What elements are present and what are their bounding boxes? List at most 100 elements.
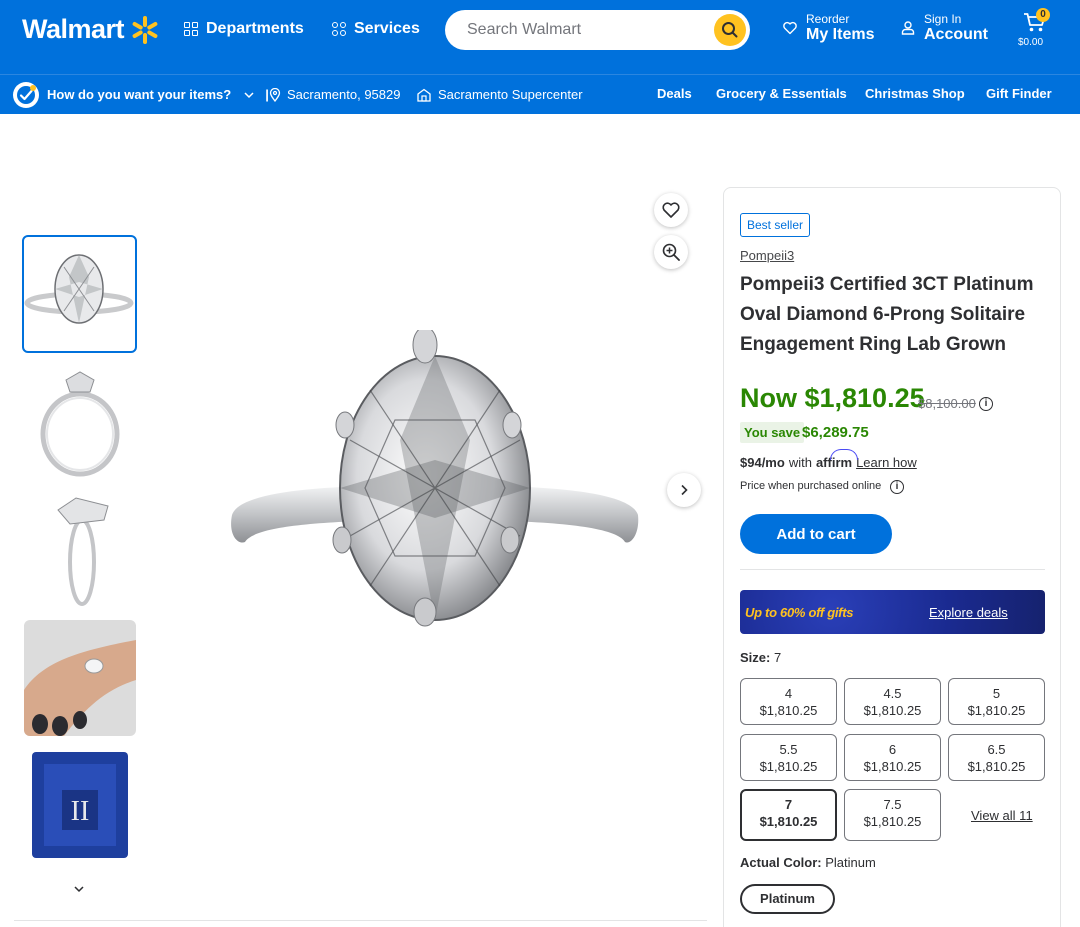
price-note: Price when purchased online <box>740 480 881 492</box>
chevron-down-icon <box>244 91 254 98</box>
ring-thumbnail-image <box>24 254 134 324</box>
services-button[interactable]: Services <box>332 20 420 38</box>
chevron-right-icon <box>681 484 688 496</box>
size-number: 6 <box>888 742 897 757</box>
size-number: 5.5 <box>779 742 798 757</box>
svg-text:II: II <box>71 796 90 827</box>
buybox-divider <box>740 569 1045 570</box>
size-number: 5 <box>992 686 1001 701</box>
nav-link-grocery[interactable]: Grocery & Essentials <box>716 86 847 101</box>
you-save-label: You save <box>740 422 805 443</box>
services-label: Services <box>354 20 420 37</box>
store-text: Sacramento Supercenter <box>438 87 583 102</box>
zoom-button[interactable] <box>654 235 688 269</box>
size-option-5-5[interactable]: 5.5 $1,810.25 <box>740 734 837 781</box>
ring-side-view-image <box>40 371 120 477</box>
nav-link-gift-finder[interactable]: Gift Finder <box>986 86 1052 101</box>
delivery-prompt: How do you want your items? <box>47 87 232 102</box>
top-header: Walmart Departments Services Search Walm… <box>0 0 1080 74</box>
reorder-big-label: My Items <box>806 26 875 43</box>
size-price: $1,810.25 <box>863 814 922 829</box>
ring-box-image: II <box>32 752 128 858</box>
size-number: 4.5 <box>883 686 902 701</box>
current-price: Now $1,810.25 <box>740 383 925 413</box>
thumbnail-2[interactable] <box>24 366 136 482</box>
affirm-financing: $94/mo with affirm Learn how <box>740 449 917 470</box>
size-option-5[interactable]: 5 $1,810.25 <box>948 678 1045 725</box>
search-input[interactable] <box>467 21 697 39</box>
ring-on-hand-image <box>24 620 136 736</box>
delivery-icon <box>13 82 39 108</box>
services-grid-icon <box>332 22 346 36</box>
view-all-sizes-link[interactable]: View all 11 <box>971 808 1033 823</box>
size-price: $1,810.25 <box>967 759 1026 774</box>
color-label-key: Actual Color: <box>740 855 822 870</box>
signin-big-label: Account <box>924 26 988 43</box>
ring-main-image <box>231 326 639 627</box>
walmart-logo[interactable]: Walmart <box>22 14 160 45</box>
size-label-value: 7 <box>773 650 782 665</box>
nav-link-deals[interactable]: Deals <box>657 86 692 101</box>
product-title: Pompeii3 Certified 3CT Platinum Oval Dia… <box>740 274 1034 355</box>
secondary-nav: How do you want your items? | Sacramento… <box>0 74 1080 114</box>
size-label: Size: 7 <box>740 650 781 665</box>
promo-text: Up to 60% off gifts <box>745 605 854 620</box>
favorite-button[interactable] <box>654 193 688 227</box>
search-button[interactable] <box>714 14 746 46</box>
affirm-with-text: with <box>788 455 812 470</box>
affirm-logo: affirm <box>815 449 859 470</box>
nav-link-christmas[interactable]: Christmas Shop <box>865 86 965 101</box>
cart-count-badge: 0 <box>1036 8 1050 22</box>
explore-deals-link[interactable]: Explore deals <box>929 605 1008 620</box>
size-option-6-5[interactable]: 6.5 $1,810.25 <box>948 734 1045 781</box>
size-price: $1,810.25 <box>759 703 818 718</box>
reorder-my-items[interactable]: Reorder My Items <box>782 12 874 44</box>
departments-button[interactable]: Departments <box>184 20 304 38</box>
size-option-4-5[interactable]: 4.5 $1,810.25 <box>844 678 941 725</box>
sign-in-account[interactable]: Sign In Account <box>900 12 988 44</box>
size-option-7-5[interactable]: 7.5 $1,810.25 <box>844 789 941 841</box>
size-price: $1,810.25 <box>759 814 818 829</box>
main-product-image[interactable] <box>220 326 650 630</box>
size-price: $1,810.25 <box>759 759 818 774</box>
search-bar <box>445 10 750 50</box>
heart-icon <box>783 21 797 35</box>
size-option-4[interactable]: 4 $1,810.25 <box>740 678 837 725</box>
chevron-down-icon <box>74 886 84 893</box>
cart-button[interactable]: 0 $0.00 <box>1018 8 1050 48</box>
heart-icon <box>662 202 680 218</box>
location-picker[interactable]: Sacramento, 95829 <box>269 87 400 102</box>
color-option-platinum[interactable]: Platinum <box>740 884 835 914</box>
thumbnail-1[interactable] <box>22 235 137 353</box>
learn-how-link[interactable]: Learn how <box>856 455 917 470</box>
was-price: $8,100.00 <box>918 396 976 411</box>
thumbnail-5[interactable]: II <box>24 750 136 866</box>
gallery-divider <box>14 920 707 921</box>
size-option-6[interactable]: 6 $1,810.25 <box>844 734 941 781</box>
promo-banner[interactable]: Up to 60% off gifts Explore deals <box>740 590 1045 634</box>
search-icon <box>722 22 738 38</box>
size-price: $1,810.25 <box>967 703 1026 718</box>
price-info-icon[interactable]: i <box>979 397 993 411</box>
price-note-info-icon[interactable]: i <box>890 480 904 494</box>
brand-link[interactable]: Pompeii3 <box>740 248 794 263</box>
delivery-method-dropdown[interactable]: How do you want your items? | <box>47 87 269 102</box>
add-to-cart-button[interactable]: Add to cart <box>740 514 892 554</box>
logo-text: Walmart <box>22 14 125 44</box>
size-number: 4 <box>784 686 793 701</box>
affirm-monthly-price: $94/mo <box>740 455 785 470</box>
size-price: $1,810.25 <box>863 703 922 718</box>
color-label-value: Platinum <box>825 855 876 870</box>
size-price: $1,810.25 <box>863 759 922 774</box>
store-picker[interactable]: Sacramento Supercenter <box>416 87 583 102</box>
you-save-value: $6,289.75 <box>802 424 869 441</box>
size-number: 7 <box>784 797 793 812</box>
size-option-7-selected[interactable]: 7 $1,810.25 <box>740 789 837 841</box>
thumbnail-4[interactable] <box>24 620 136 736</box>
gallery-scroll-down[interactable] <box>72 882 86 901</box>
thumbnail-3[interactable] <box>24 492 136 608</box>
size-number: 6.5 <box>987 742 1006 757</box>
next-image-button[interactable] <box>667 473 701 507</box>
reorder-small-label: Reorder <box>806 12 850 26</box>
zoom-in-icon <box>662 243 680 261</box>
